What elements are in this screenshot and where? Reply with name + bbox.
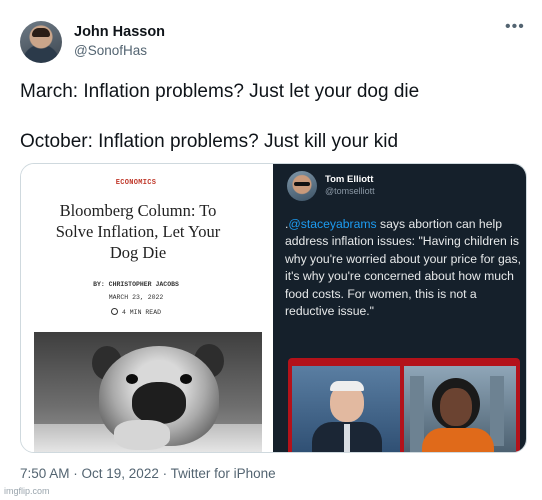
article-byline: BY: CHRISTOPHER JACOBS — [93, 281, 179, 288]
embedded-tweet-body: says abortion can help address inflation… — [285, 217, 522, 319]
clock-icon — [110, 308, 118, 315]
article-title: Bloomberg Column: To Solve Inflation, Le… — [55, 201, 221, 262]
pug-eye-right — [180, 374, 192, 384]
man-hair — [330, 381, 364, 391]
video-frame-right — [404, 366, 516, 452]
tweet-timestamp[interactable]: 7:50 AM · Oct 19, 2022 · Twitter for iPh… — [20, 466, 276, 481]
author-handle[interactable]: @SonofHas — [74, 43, 147, 58]
pug-muzzle — [132, 382, 186, 424]
article-section-label: ECONOMICS — [115, 179, 157, 187]
author-avatar[interactable] — [20, 21, 62, 63]
tweet-text-line-1: March: Inflation problems? Just let your… — [20, 81, 420, 102]
embedded-tweet-screenshot[interactable]: Tom Elliott @tomselliott .@staceyabrams … — [273, 164, 526, 452]
more-options-icon[interactable]: ••• — [505, 19, 525, 36]
video-thumbnail — [288, 358, 520, 452]
embedded-tweet-text: .@staceyabrams says abortion can help ad… — [285, 216, 523, 320]
pug-photo — [34, 332, 262, 452]
woman-top — [422, 428, 494, 452]
embedded-author-avatar — [287, 171, 317, 201]
article-screenshot[interactable]: ECONOMICS Bloomberg Column: To Solve Inf… — [21, 164, 271, 452]
embedded-author-handle: @tomselliott — [325, 186, 375, 196]
watermark: imgflip.com — [4, 486, 50, 496]
author-name[interactable]: John Hasson — [74, 24, 165, 40]
man-tie — [344, 424, 350, 452]
article-date: MARCH 23, 2022 — [108, 294, 164, 301]
building-shape — [490, 376, 504, 446]
sunglasses-shape — [294, 182, 310, 186]
read-time-label: 4 MIN READ — [121, 309, 161, 316]
woman-head — [440, 388, 472, 426]
tweet-media[interactable]: ECONOMICS Bloomberg Column: To Solve Inf… — [20, 163, 527, 453]
mention-link: @staceyabrams — [288, 217, 377, 231]
avatar-hair — [32, 28, 50, 37]
tweet-text-line-2: October: Inflation problems? Just kill y… — [20, 131, 399, 152]
pug-paw — [114, 420, 170, 450]
embedded-author-name: Tom Elliott — [325, 174, 374, 185]
video-frame-left — [292, 366, 400, 452]
pug-eye-left — [126, 374, 138, 384]
article-read-time: 4 MIN READ — [21, 308, 251, 316]
